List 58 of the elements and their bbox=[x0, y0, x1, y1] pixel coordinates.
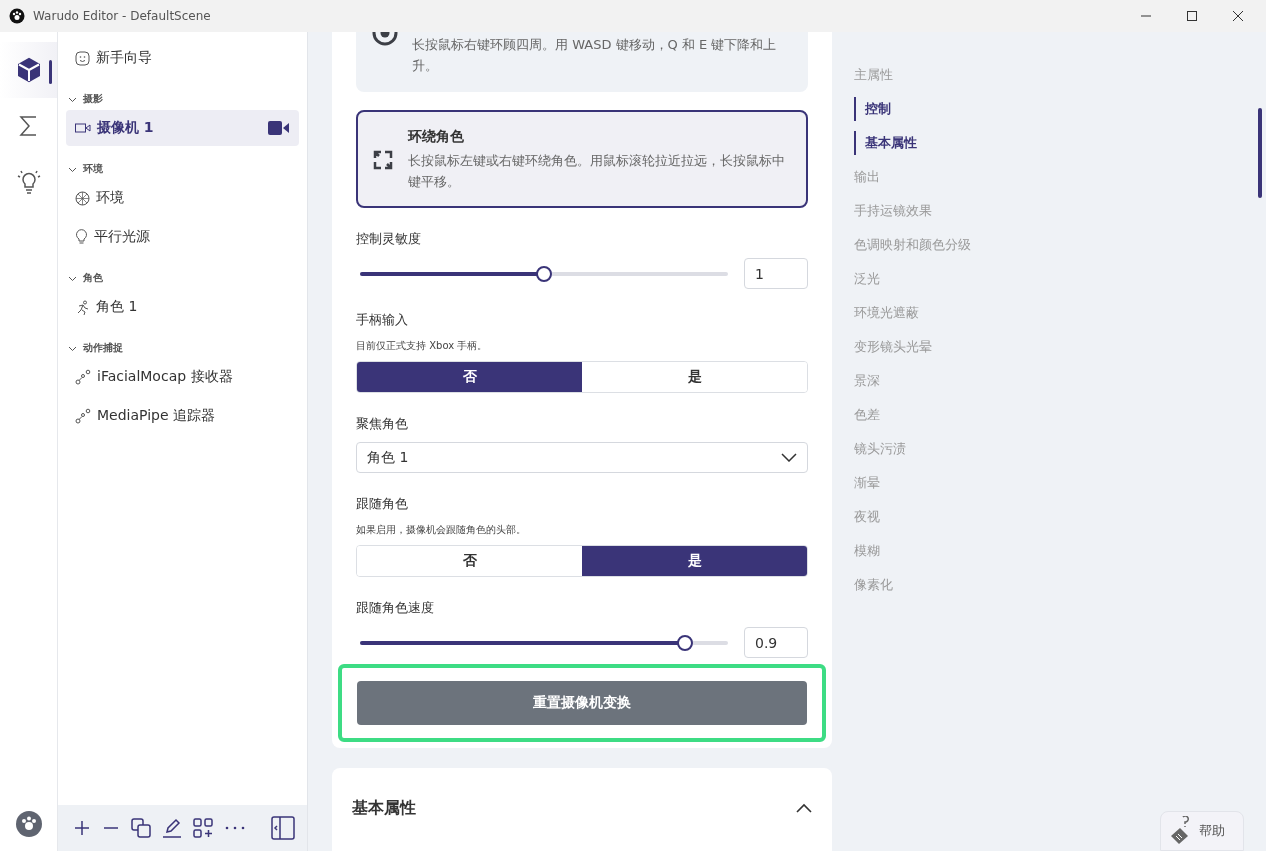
dropdown[interactable]: 角色 1 bbox=[356, 442, 808, 473]
window-title: Warudo Editor - DefaultScene bbox=[33, 9, 211, 23]
number-field[interactable]: 0.9 bbox=[744, 627, 808, 658]
control-mode-card[interactable]: 环绕角色 长按鼠标左键或右键环绕角色。用鼠标滚轮拉近拉远，长按鼠标中键平移。 bbox=[356, 110, 808, 208]
video-camera-icon bbox=[75, 122, 91, 134]
slider[interactable] bbox=[360, 633, 728, 652]
sidebar-item[interactable]: MediaPipe 追踪器 bbox=[66, 398, 299, 434]
lightbulb-icon bbox=[15, 169, 42, 195]
setting-label: 控制灵敏度 bbox=[356, 230, 422, 248]
video-camera-icon bbox=[268, 120, 290, 136]
running-figure-icon bbox=[75, 299, 90, 315]
paw-avatar-icon[interactable] bbox=[15, 811, 42, 837]
sidebar-collapse-icon[interactable] bbox=[271, 816, 295, 840]
chevron-down-icon bbox=[781, 453, 797, 462]
duplicate-icon[interactable] bbox=[131, 818, 151, 838]
more-icon[interactable] bbox=[224, 825, 246, 831]
reset-camera-button[interactable]: 重置摄像机变换 bbox=[357, 681, 807, 725]
mode-title: 环绕角色 bbox=[408, 128, 465, 146]
sidebar-item[interactable]: 角色 1 bbox=[66, 289, 299, 325]
toggle-option[interactable]: 是 bbox=[582, 546, 807, 576]
group-header[interactable]: 角色 bbox=[66, 267, 299, 289]
setting-label: 跟随角色速度 bbox=[356, 599, 435, 617]
setting-label: 聚焦角色 bbox=[356, 415, 409, 433]
setting-label: 手柄输入 bbox=[356, 311, 409, 329]
group-header[interactable]: 摄影 bbox=[66, 88, 299, 110]
number-field[interactable]: 1 bbox=[744, 258, 808, 289]
add-icon[interactable] bbox=[73, 819, 91, 837]
mode-description: 长按鼠标左键或右键环绕角色。用鼠标滚轮拉近拉远，长按鼠标中键平移。 bbox=[408, 152, 786, 191]
mode-description: 长按鼠标右键环顾四周。用 WASD 键移动，Q 和 E 键下降和上升。 bbox=[412, 36, 778, 75]
setting-label: 跟随角色 bbox=[356, 495, 409, 513]
maximize-icon[interactable] bbox=[1186, 10, 1198, 22]
add-widget-icon[interactable] bbox=[193, 818, 213, 838]
group-header[interactable]: 环境 bbox=[66, 158, 299, 180]
sidebar-item[interactable]: iFacialMocap 接收器 bbox=[66, 359, 299, 395]
globe-icon bbox=[75, 190, 90, 206]
toggle-option[interactable]: 否 bbox=[357, 362, 582, 392]
setting-hint: 如果启用，摄像机会跟随角色的头部。 bbox=[356, 523, 527, 537]
lightbulb-icon bbox=[75, 229, 88, 245]
sidebar-item[interactable]: 平行光源 bbox=[66, 219, 299, 255]
pencil-icon[interactable] bbox=[162, 818, 182, 838]
sidebar-item[interactable]: 环境 bbox=[66, 180, 299, 216]
outline-link[interactable]: 控制 bbox=[854, 97, 971, 121]
smiley-icon bbox=[75, 50, 90, 66]
control-mode-card[interactable]: 长按鼠标右键环顾四周。用 WASD 键移动，Q 和 E 键下降和上升。 bbox=[356, 32, 808, 92]
help-button[interactable]: 帮助 bbox=[1160, 811, 1244, 851]
section-header[interactable]: 基本属性 bbox=[352, 768, 812, 848]
slider[interactable] bbox=[360, 264, 728, 283]
setting-hint: 目前仅正式支持 Xbox 手柄。 bbox=[356, 339, 489, 353]
cube-icon bbox=[15, 57, 42, 83]
outline-link[interactable]: 基本属性 bbox=[854, 131, 971, 155]
sidebar-item[interactable]: 新手向导 bbox=[66, 40, 299, 76]
nodes-icon bbox=[75, 369, 91, 385]
nodes-icon bbox=[75, 408, 91, 424]
paw-logo-icon bbox=[9, 8, 25, 24]
sidebar-item[interactable]: 摄像机 1 bbox=[66, 110, 299, 146]
group-header[interactable]: 动作捕捉 bbox=[66, 337, 299, 359]
close-icon[interactable] bbox=[1232, 10, 1244, 22]
chevron-icon bbox=[796, 803, 812, 813]
